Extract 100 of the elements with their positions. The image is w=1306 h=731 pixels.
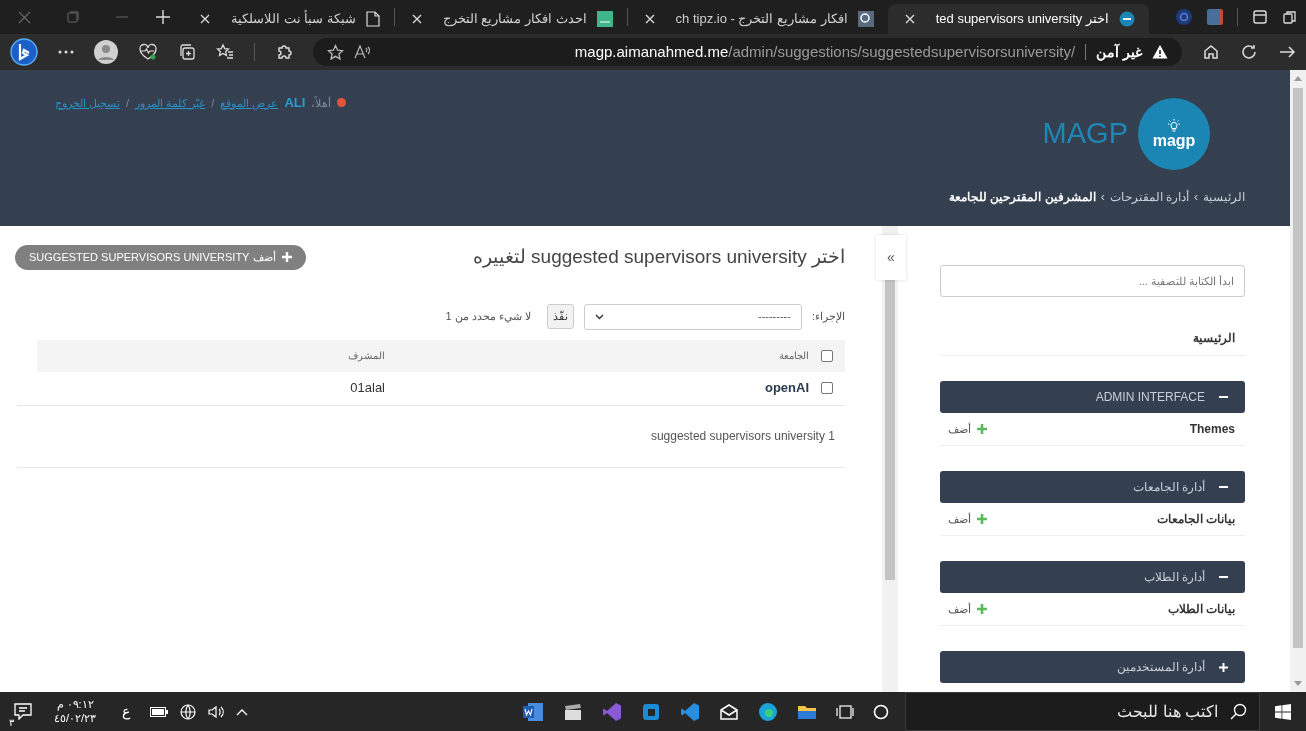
add-button[interactable]: أضف SUGGESTED SUPERVISORS UNIVERSITY	[15, 244, 306, 270]
breadcrumb-link[interactable]: أدارة المقترحات	[1109, 188, 1189, 206]
visual-studio-icon[interactable]	[602, 701, 622, 722]
add-link[interactable]: أضف	[948, 420, 987, 438]
speaker-icon[interactable]	[208, 704, 225, 719]
search-page-icon	[857, 11, 874, 27]
tab-title: افكار مشاريع التخرج - ch tipz.io	[675, 10, 848, 29]
model-link[interactable]: بيانات الجامعات	[1156, 510, 1235, 528]
model-link[interactable]: بيانات الطلاب	[1167, 600, 1235, 618]
column-header[interactable]: الجامعة	[779, 348, 809, 363]
clapperboard-icon[interactable]	[563, 702, 583, 721]
add-link[interactable]: أضف	[948, 510, 987, 528]
tab-title: احدث افكار مشاريع التخرج	[442, 10, 587, 29]
search-icon	[1230, 703, 1247, 720]
page-title: اختر suggested supervisors university لتغييره	[472, 245, 845, 270]
breadcrumb-separator: ›	[1100, 189, 1105, 206]
plus-icon	[977, 514, 987, 524]
browser-tab[interactable]: افكار مشاريع التخرج - ch tipz.io	[627, 4, 888, 34]
plus-icon	[154, 9, 171, 25]
browser-tab[interactable]: اختر ted supervisors university	[887, 4, 1149, 34]
scrollbar[interactable]	[882, 226, 898, 692]
star-icon[interactable]	[327, 43, 344, 61]
group-title: أدارة المستخدمين	[1116, 659, 1205, 676]
add-link[interactable]: أضف	[948, 600, 987, 618]
close-icon	[411, 14, 422, 24]
puzzle-icon[interactable]	[275, 43, 293, 61]
go-button[interactable]: نفّذ	[546, 304, 574, 329]
search-placeholder: اكتب هنا للبحث	[1117, 701, 1218, 722]
taskbar-search-field[interactable]: اكتب هنا للبحث	[905, 692, 1260, 731]
battery-icon[interactable]	[150, 706, 169, 717]
bing-logo-icon[interactable]	[10, 38, 38, 66]
group-header[interactable]: ADMIN INTERFACE	[940, 381, 1245, 413]
input-language[interactable]: ع	[114, 701, 139, 722]
breadcrumb-separator: ›	[1194, 189, 1198, 206]
clock-date: ٤٥/٠٢/٢٣	[54, 711, 97, 725]
mail-icon[interactable]	[719, 702, 739, 721]
table-cell-link[interactable]: openAI	[764, 378, 809, 398]
plus-icon	[281, 252, 292, 263]
browser-tab[interactable]: احدث افكار مشاريع التخرج	[394, 4, 627, 34]
minus-icon	[1219, 396, 1228, 398]
checkbox[interactable]	[821, 349, 833, 362]
windows-logo-icon	[1275, 703, 1291, 720]
model-link[interactable]: Themes	[1189, 420, 1235, 438]
favorites-icon[interactable]	[216, 43, 234, 61]
group-header[interactable]: أدارة الجامعات	[940, 471, 1245, 503]
table-cell-text: 01alal	[350, 379, 385, 398]
group-title: ADMIN INTERFACE	[1095, 389, 1205, 406]
home-link[interactable]: الرئيسية	[1193, 329, 1235, 347]
url-text[interactable]: magp.aimanahmed.me/admin/suggestions/suggestedsupervisorsuniversity/	[574, 40, 1076, 64]
group-header[interactable]: أدارة الطلاب	[940, 561, 1245, 593]
home-icon[interactable]	[1202, 43, 1220, 61]
close-icon	[199, 14, 210, 24]
clock-time: ٠٩:١٢ م	[56, 698, 94, 712]
security-label[interactable]: غير آمن	[1096, 41, 1142, 63]
breadcrumb-link[interactable]: الرئيسية	[1203, 188, 1245, 206]
office-icon[interactable]	[641, 701, 661, 722]
lightbulb-icon	[1167, 119, 1181, 133]
read-aloud-icon[interactable]	[354, 44, 370, 60]
refresh-icon[interactable]	[1240, 43, 1258, 61]
group-header[interactable]: أدارة المستخدمين	[940, 651, 1245, 683]
selection-count: لا شيء محدد من 1	[445, 309, 531, 325]
close-icon[interactable]	[18, 10, 31, 24]
plus-icon	[977, 604, 987, 614]
document-icon	[365, 11, 380, 27]
breadcrumb-current: المشرفين المقترحين للجامعة	[949, 189, 1096, 206]
link-separator: /	[211, 95, 215, 111]
warning-icon	[1152, 44, 1168, 60]
action-select[interactable]: ---------	[583, 303, 802, 330]
code-editor-icon[interactable]	[680, 701, 700, 722]
workspaces-icon[interactable]	[1282, 9, 1298, 25]
pinned-tab-icon[interactable]	[1175, 8, 1193, 26]
globe-icon[interactable]	[180, 703, 197, 720]
collections-icon[interactable]	[178, 43, 196, 61]
close-icon	[644, 14, 655, 24]
task-view-icon[interactable]	[836, 702, 854, 721]
more-icon[interactable]	[58, 50, 74, 54]
browser-tab[interactable]: شبكة سبأ نت اللاسلكية	[182, 4, 394, 34]
browser-icon[interactable]	[758, 701, 778, 722]
checkbox[interactable]	[821, 382, 833, 394]
chevron-up-icon[interactable]	[236, 707, 249, 716]
action-label: الإجراء:	[811, 309, 845, 325]
minus-icon	[1219, 576, 1228, 578]
result-count: 1 suggested supervisors university	[650, 428, 835, 445]
site-icon	[596, 11, 613, 27]
minus-icon	[1219, 486, 1228, 488]
column-header[interactable]: المشرف	[348, 348, 385, 363]
link-separator: /	[126, 95, 130, 111]
plus-icon	[1219, 662, 1228, 672]
tab-actions-icon[interactable]	[1252, 9, 1268, 25]
group-title: أدارة الجامعات	[1132, 479, 1205, 496]
notification-count: ٣	[9, 717, 14, 728]
tab-title: شبكة سبأ نت اللاسلكية	[230, 9, 356, 29]
taskbar-clock[interactable]: ٠٩:١٢ م ٤٥/٠٢/٢٣	[48, 698, 103, 725]
notifications-icon[interactable]	[14, 701, 32, 720]
word-document-icon[interactable]	[522, 701, 544, 722]
chevron-down-icon	[594, 313, 604, 320]
heart-pulse-icon[interactable]	[138, 43, 158, 61]
cortana-icon[interactable]	[873, 703, 889, 720]
sidebar-toggle-button[interactable]: »	[876, 235, 906, 280]
profile-avatar-icon[interactable]	[94, 40, 118, 64]
